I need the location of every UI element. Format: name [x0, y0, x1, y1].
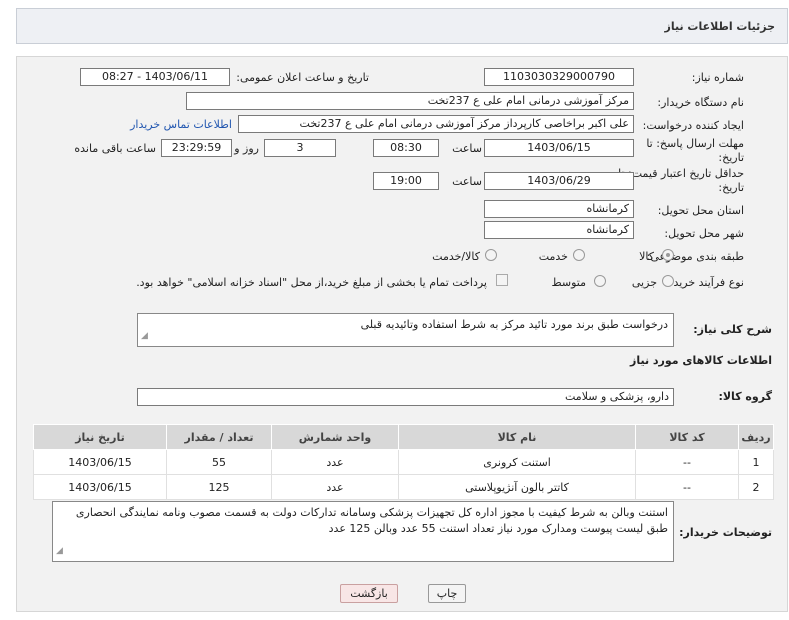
col-row-number: ردیف [738, 424, 774, 450]
description-text: درخواست طبق برند مورد تائید مرکز به شرط … [360, 318, 668, 331]
need-number-field: 1103030329000790 [484, 68, 634, 86]
reply-deadline-label: مهلت ارسال پاسخ: تا [646, 137, 744, 150]
row-index: 1 [738, 449, 774, 475]
reply-deadline-label-date: تاریخ: [718, 151, 744, 164]
row-date: 1403/06/15 [33, 474, 167, 500]
page-title: جزئیات اطلاعات نیاز [664, 20, 776, 33]
category-option-goods-service: کالا/خدمت [432, 250, 480, 263]
description-label: شرح کلی نیاز: [693, 323, 772, 336]
remaining-time-field: 23:29:59 [161, 139, 232, 157]
row-unit: عدد [271, 474, 399, 500]
city-field: کرمانشاه [484, 221, 634, 239]
row-unit: عدد [271, 449, 399, 475]
goods-group-field: دارو، پزشکی و سلامت [137, 388, 674, 406]
creator-label: ایجاد کننده درخواست: [642, 119, 744, 132]
creator-field: علی اکبر براخاصی کارپرداز مرکز آموزشی در… [238, 115, 634, 133]
table-row[interactable]: 2 -- کاتتر بالون آنژیوپلاستی عدد 125 140… [33, 474, 774, 500]
reply-time-label: ساعت [452, 142, 482, 155]
validity-time-label: ساعت [452, 175, 482, 188]
buyer-notes-label: توضیحات خریدار: [679, 526, 772, 539]
back-button[interactable]: بازگشت [340, 584, 398, 603]
category-option-service: خدمت [538, 250, 568, 263]
reply-date-field: 1403/06/15 [484, 139, 634, 157]
row-code: -- [635, 474, 739, 500]
announce-datetime-field: 1403/06/11 - 08:27 [80, 68, 230, 86]
need-number-label: شماره نیاز: [691, 71, 744, 84]
validity-label: حداقل تاریخ اعتبار قیمت: تا [618, 167, 744, 180]
province-field: کرمانشاه [484, 200, 634, 218]
row-code: -- [635, 449, 739, 475]
category-radio-goods-service[interactable] [485, 249, 497, 261]
process-option-medium: متوسط [551, 276, 586, 289]
resize-grip-icon: ◢ [56, 546, 63, 556]
col-goods-name: نام کالا [398, 424, 636, 450]
goods-group-label: گروه کالا: [718, 390, 772, 403]
process-radio-medium[interactable] [594, 275, 606, 287]
print-button[interactable]: چاپ [428, 584, 466, 603]
days-label: روز و [234, 142, 259, 155]
validity-date-field: 1403/06/29 [484, 172, 634, 190]
row-qty: 125 [166, 474, 272, 500]
city-label: شهر محل تحویل: [664, 227, 744, 240]
validity-time-field: 19:00 [373, 172, 439, 190]
reply-time-field: 08:30 [373, 139, 439, 157]
row-name: کاتتر بالون آنژیوپلاستی [398, 474, 636, 500]
col-quantity: تعداد / مقدار [166, 424, 272, 450]
table-header-row: ردیف کد کالا نام کالا واحد شمارش تعداد /… [33, 424, 774, 450]
goods-section-title: اطلاعات کالاهای مورد نیاز [630, 354, 772, 367]
treasury-payment-checkbox[interactable] [496, 274, 508, 286]
buyer-notes-textarea[interactable]: استنت وبالن به شرط کیفیت با مجوز اداره ک… [52, 501, 674, 562]
buyer-contact-link[interactable]: اطلاعات تماس خریدار [130, 118, 232, 131]
payment-note: پرداخت تمام یا بخشی از مبلغ خرید،از محل … [136, 276, 487, 289]
validity-label-date: تاریخ: [718, 181, 744, 194]
buyer-org-label: نام دستگاه خریدار: [657, 96, 744, 109]
row-name: استنت کرونری [398, 449, 636, 475]
col-goods-code: کد کالا [635, 424, 739, 450]
row-date: 1403/06/15 [33, 449, 167, 475]
resize-grip-icon: ◢ [141, 331, 148, 341]
buyer-notes-text: استنت وبالن به شرط کیفیت با مجوز اداره ک… [75, 506, 668, 535]
row-qty: 55 [166, 449, 272, 475]
col-unit: واحد شمارش [271, 424, 399, 450]
buyer-org-field: مرکز آموزشی درمانی امام علی ع 237تخت [186, 92, 634, 110]
process-option-minor: جزیی [631, 276, 657, 289]
page-header: جزئیات اطلاعات نیاز [16, 8, 788, 44]
table-row[interactable]: 1 -- استنت کرونری عدد 55 1403/06/15 [33, 449, 774, 475]
announce-label: تاریخ و ساعت اعلان عمومی: [236, 71, 369, 84]
col-need-date: تاریخ نیاز [33, 424, 167, 450]
category-radio-service[interactable] [573, 249, 585, 261]
description-textarea[interactable]: درخواست طبق برند مورد تائید مرکز به شرط … [137, 313, 674, 347]
process-radio-minor[interactable] [662, 275, 674, 287]
province-label: استان محل تحویل: [657, 204, 744, 217]
category-radio-goods[interactable] [662, 249, 674, 261]
goods-table: ردیف کد کالا نام کالا واحد شمارش تعداد /… [33, 424, 774, 500]
category-option-goods: کالا [639, 250, 654, 263]
remaining-label: ساعت باقی مانده [74, 142, 156, 155]
remaining-days-field: 3 [264, 139, 336, 157]
process-label: نوع فرآیند خرید : [666, 276, 744, 289]
row-index: 2 [738, 474, 774, 500]
